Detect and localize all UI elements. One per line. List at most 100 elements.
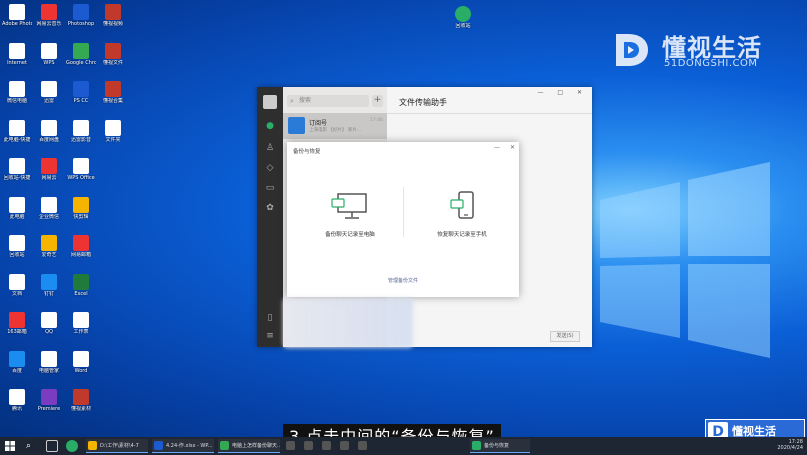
taskbar-item[interactable]: 电脑上怎样备份聊天... (218, 439, 280, 453)
app-icon (73, 273, 89, 290)
desktop-icon-label: 回收站-快捷 (3, 175, 31, 181)
desktop-icon[interactable]: 迅雷影音 (66, 118, 96, 156)
app-icon (9, 4, 25, 20)
app-icon (73, 158, 89, 174)
desktop-icon[interactable]: 懂视素材 (66, 387, 96, 425)
window-controls[interactable]: — □ ✕ (537, 89, 588, 96)
desktop-icon[interactable]: 百度网盘 (34, 118, 64, 156)
taskbar-item[interactable]: 4.24-作.xlsx - WP... (152, 439, 214, 453)
collection-icon[interactable]: ◇ (265, 163, 275, 173)
desktop-icon[interactable]: Excel (66, 272, 96, 310)
contacts-icon[interactable]: ♙ (265, 143, 275, 153)
taskbar-item[interactable] (356, 439, 370, 453)
desktop-icon-label: Photoshop (67, 21, 95, 27)
taskbar-item[interactable] (284, 439, 298, 453)
desktop-icon[interactable]: 快剪辑 (66, 195, 96, 233)
taskbar-app-icon (88, 441, 97, 450)
restore-to-phone-option[interactable]: 恢复聊天记录至手机 (417, 190, 507, 250)
desktop-icon[interactable]: 网易云音乐 (34, 2, 64, 40)
desktop-icon[interactable]: WPS Office (66, 156, 96, 194)
desktop-icon-label: 百度网盘 (38, 136, 59, 143)
windows-start-icon[interactable] (5, 441, 15, 451)
desktop-icon[interactable]: 迅雷 (34, 79, 64, 117)
send-button[interactable]: 发送(S) (550, 331, 580, 342)
desktop-icon[interactable]: 163邮箱 (2, 310, 32, 348)
desktop-icon[interactable]: 钉钉 (34, 272, 64, 310)
chat-icon[interactable]: ● (265, 121, 275, 131)
taskbar-app-icon (154, 441, 163, 450)
manage-backup-link[interactable]: 管理备份文件 (287, 277, 519, 284)
task-view-icon[interactable] (46, 440, 58, 452)
search-input[interactable]: ⌕ 搜索 (287, 95, 369, 107)
desktop-icon-label: Premiere (37, 406, 61, 412)
app-icon (73, 389, 89, 405)
taskbar-item[interactable]: D:\工作\素材\4-7 (86, 439, 148, 453)
desktop-icon[interactable]: 此电脑 (2, 195, 32, 233)
desktop-icon[interactable]: Adobe Photosho (2, 2, 32, 40)
taskbar-item[interactable]: 备份与恢复 (470, 439, 530, 453)
desktop-icon-label: 迅雷影音 (70, 136, 91, 143)
close-button[interactable]: ✕ (510, 144, 515, 151)
app-icon (41, 119, 57, 136)
desktop-icon[interactable]: 懂视文件 (98, 41, 128, 79)
desktop-icon[interactable]: 懂视合集 (98, 79, 128, 117)
desktop-icon-wechat[interactable]: 回收站 (448, 4, 478, 42)
desktop-icon[interactable]: 企业微信 (34, 195, 64, 233)
chat-list-item[interactable]: 订阅号 上海电影 【好片】 新片... 17:46 (283, 113, 387, 139)
app-icon (9, 196, 25, 213)
desktop-icon-label: Word (74, 367, 88, 374)
desktop-icon[interactable]: 爱奇艺 (34, 233, 64, 271)
desktop-icon[interactable]: Google Chrome (66, 41, 96, 79)
folder-icon[interactable]: ▭ (265, 183, 275, 193)
taskbar-app-icon (286, 441, 295, 450)
desktop-icon[interactable]: 电脑管家 (34, 349, 64, 387)
desktop-icon-label: 百度 (11, 367, 22, 374)
desktop-icon[interactable]: QQ (34, 310, 64, 348)
desktop-icon[interactable]: WPS (34, 41, 64, 79)
monitor-icon (330, 190, 370, 224)
desktop-icon[interactable]: 回收站-快捷 (2, 156, 32, 194)
desktop-icon[interactable]: 微信电脑 (2, 79, 32, 117)
chat-title: 文件传输助手 (399, 98, 447, 107)
moments-icon[interactable]: ✿ (265, 203, 275, 213)
taskbar-item[interactable] (320, 439, 334, 453)
desktop-icon[interactable]: 网易邮箱 (66, 233, 96, 271)
add-button[interactable]: + (372, 95, 383, 107)
desktop-icon[interactable]: Premiere (34, 387, 64, 425)
desktop-icon[interactable]: 懂视视频 (98, 2, 128, 40)
phone-icon[interactable]: ▯ (265, 313, 275, 323)
desktop-icon[interactable]: 百度 (2, 349, 32, 387)
desktop-icon-label: 爱奇艺 (41, 252, 57, 258)
avatar[interactable] (263, 95, 277, 109)
app-icon (41, 42, 57, 59)
desktop-icon[interactable]: 文件夹 (98, 118, 128, 156)
desktop-icon[interactable]: Internet (2, 41, 32, 79)
search-icon[interactable]: ⌕ (26, 440, 38, 452)
desktop-icon-label: 网易邮箱 (70, 252, 91, 258)
desktop-icon-label: 工作表 (73, 329, 89, 335)
desktop-icon[interactable]: PS CC (66, 79, 96, 117)
divider (403, 187, 404, 237)
app-icon (73, 196, 89, 213)
taskbar-item[interactable] (302, 439, 316, 453)
taskbar-app-icon (220, 441, 229, 450)
clock-date[interactable]: 2020/4/24 (777, 445, 803, 451)
desktop-icon[interactable]: 腾讯 (2, 387, 32, 425)
wechat-taskbar-icon[interactable] (66, 440, 78, 452)
desktop-icon[interactable]: 此电脑-快捷 (2, 118, 32, 156)
desktop-icon[interactable]: Photoshop (66, 2, 96, 40)
desktop-icon[interactable]: 回收站 (2, 233, 32, 271)
desktop-icon-label: 腾讯 (11, 406, 22, 412)
taskbar-item[interactable] (338, 439, 352, 453)
brand-logo-icon (616, 34, 648, 66)
minimize-button[interactable]: — (494, 144, 500, 151)
app-icon (73, 81, 89, 97)
desktop-icon[interactable]: Word (66, 349, 96, 387)
backup-to-pc-option[interactable]: 备份聊天记录至电脑 (305, 190, 395, 250)
desktop-icon-label: 网易云 (41, 175, 57, 181)
desktop-icon[interactable]: 工作表 (66, 310, 96, 348)
desktop-icon[interactable]: 网易云 (34, 156, 64, 194)
desktop-icon[interactable]: 文档 (2, 272, 32, 310)
menu-icon[interactable]: ≡ (265, 331, 275, 341)
desktop-icon-label: 懂视视频 (102, 21, 123, 27)
